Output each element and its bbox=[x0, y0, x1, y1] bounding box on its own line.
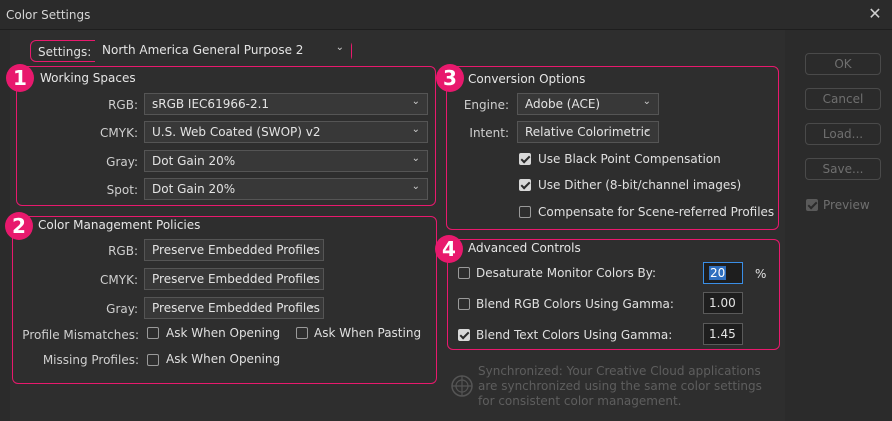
badge-4: 4 bbox=[435, 235, 463, 263]
profile-mismatches-label: Profile Mismatches: bbox=[22, 328, 139, 342]
ws-cmyk-value: U.S. Web Coated (SWOP) v2 bbox=[152, 125, 321, 139]
blend-rgb-label: Blend RGB Colors Using Gamma: bbox=[476, 297, 674, 311]
advanced-title: Advanced Controls bbox=[466, 241, 583, 255]
dither-checkbox[interactable] bbox=[519, 179, 531, 191]
scene-referred-checkbox[interactable] bbox=[519, 206, 531, 218]
ws-spot-value: Dot Gain 20% bbox=[152, 182, 236, 196]
engine-value: Adobe (ACE) bbox=[525, 97, 601, 111]
load-button[interactable]: Load... bbox=[805, 123, 881, 145]
working-spaces-title: Working Spaces bbox=[38, 71, 138, 85]
blend-rgb-checkbox[interactable] bbox=[458, 298, 470, 310]
engine-label: Engine: bbox=[463, 98, 509, 112]
chevron-down-icon: ⌄ bbox=[411, 124, 420, 135]
mismatch-ask-pasting-label: Ask When Pasting bbox=[314, 326, 422, 340]
intent-value: Relative Colorimetric bbox=[525, 125, 651, 139]
sync-globe-icon bbox=[451, 375, 473, 397]
ws-rgb-select[interactable]: sRGB IEC61966-2.1 ⌄ bbox=[144, 93, 428, 115]
desaturate-checkbox[interactable] bbox=[458, 267, 470, 279]
cmp-cmyk-label: CMYK: bbox=[100, 273, 138, 287]
policies-title: Color Management Policies bbox=[36, 218, 203, 232]
dither-label: Use Dither (8-bit/channel images) bbox=[538, 178, 742, 192]
ws-rgb-label: RGB: bbox=[108, 98, 138, 112]
save-button[interactable]: Save... bbox=[805, 158, 881, 180]
cmp-gray-label: Gray: bbox=[106, 302, 138, 316]
ws-gray-select[interactable]: Dot Gain 20% ⌄ bbox=[144, 150, 428, 172]
chevron-down-icon: ⌄ bbox=[307, 242, 316, 253]
preview-checkbox[interactable] bbox=[806, 199, 818, 211]
missing-ask-opening-label: Ask When Opening bbox=[166, 352, 281, 366]
cancel-button[interactable]: Cancel bbox=[805, 88, 881, 110]
cmp-cmyk-value: Preserve Embedded Profiles bbox=[152, 272, 320, 286]
blend-text-input[interactable]: 1.45 bbox=[703, 323, 743, 345]
chevron-down-icon: ⌄ bbox=[411, 96, 420, 107]
engine-select[interactable]: Adobe (ACE) ⌄ bbox=[517, 93, 659, 115]
chevron-down-icon: ⌄ bbox=[307, 271, 316, 282]
blend-rgb-input[interactable]: 1.00 bbox=[703, 292, 743, 314]
desaturate-value: 20 bbox=[709, 266, 727, 280]
blend-text-checkbox[interactable] bbox=[458, 329, 470, 341]
percent-unit: % bbox=[755, 267, 767, 281]
black-point-label: Use Black Point Compensation bbox=[538, 152, 721, 166]
ws-spot-label: Spot: bbox=[106, 183, 138, 197]
chevron-down-icon: ⌄ bbox=[642, 96, 651, 107]
cmp-gray-select[interactable]: Preserve Embedded Profiles ⌄ bbox=[144, 297, 324, 319]
ws-cmyk-label: CMYK: bbox=[100, 126, 138, 140]
sync-message: Synchronized: Your Creative Cloud applic… bbox=[478, 364, 762, 408]
preview-label: Preview bbox=[823, 198, 870, 212]
cmp-rgb-value: Preserve Embedded Profiles bbox=[152, 243, 320, 257]
black-point-checkbox[interactable] bbox=[519, 153, 531, 165]
cmp-cmyk-select[interactable]: Preserve Embedded Profiles ⌄ bbox=[144, 268, 324, 290]
mismatch-ask-pasting-checkbox[interactable] bbox=[296, 327, 308, 339]
badge-1: 1 bbox=[6, 64, 34, 92]
badge-2: 2 bbox=[5, 212, 33, 240]
ok-button[interactable]: OK bbox=[805, 53, 881, 75]
window-title: Color Settings bbox=[6, 8, 91, 22]
missing-ask-opening-checkbox[interactable] bbox=[147, 354, 159, 366]
chevron-down-icon: ⌄ bbox=[307, 300, 316, 311]
cmp-gray-value: Preserve Embedded Profiles bbox=[152, 301, 320, 315]
title-bar: Color Settings ✕ bbox=[0, 0, 892, 30]
settings-row: Settings: North America General Purpose … bbox=[30, 40, 352, 62]
desaturate-label: Desaturate Monitor Colors By: bbox=[476, 266, 657, 280]
intent-label: Intent: bbox=[469, 126, 509, 140]
chevron-down-icon: ⌄ bbox=[411, 153, 420, 164]
scene-referred-label: Compensate for Scene-referred Profiles bbox=[538, 205, 775, 219]
ws-spot-select[interactable]: Dot Gain 20% ⌄ bbox=[144, 178, 428, 200]
settings-value: North America General Purpose 2 bbox=[102, 43, 304, 57]
ws-rgb-value: sRGB IEC61966-2.1 bbox=[152, 97, 270, 111]
chevron-down-icon: ⌄ bbox=[335, 42, 344, 53]
conversion-title: Conversion Options bbox=[466, 72, 588, 86]
chevron-down-icon: ⌄ bbox=[411, 181, 420, 192]
desaturate-input[interactable]: 20 bbox=[703, 262, 743, 284]
cmp-rgb-select[interactable]: Preserve Embedded Profiles ⌄ bbox=[144, 239, 324, 261]
settings-select[interactable]: North America General Purpose 2 ⌄ bbox=[95, 40, 351, 62]
ws-gray-label: Gray: bbox=[106, 155, 138, 169]
cmp-rgb-label: RGB: bbox=[108, 244, 138, 258]
mismatch-ask-opening-checkbox[interactable] bbox=[147, 327, 159, 339]
settings-label: Settings: bbox=[38, 45, 92, 59]
chevron-down-icon: ⌄ bbox=[642, 124, 651, 135]
intent-select[interactable]: Relative Colorimetric ⌄ bbox=[517, 121, 659, 143]
ws-gray-value: Dot Gain 20% bbox=[152, 154, 236, 168]
badge-3: 3 bbox=[436, 64, 464, 92]
blend-text-label: Blend Text Colors Using Gamma: bbox=[476, 328, 673, 342]
ws-cmyk-select[interactable]: U.S. Web Coated (SWOP) v2 ⌄ bbox=[144, 121, 428, 143]
close-icon[interactable]: ✕ bbox=[866, 5, 884, 23]
mismatch-ask-opening-label: Ask When Opening bbox=[166, 326, 281, 340]
missing-profiles-label: Missing Profiles: bbox=[42, 353, 139, 367]
